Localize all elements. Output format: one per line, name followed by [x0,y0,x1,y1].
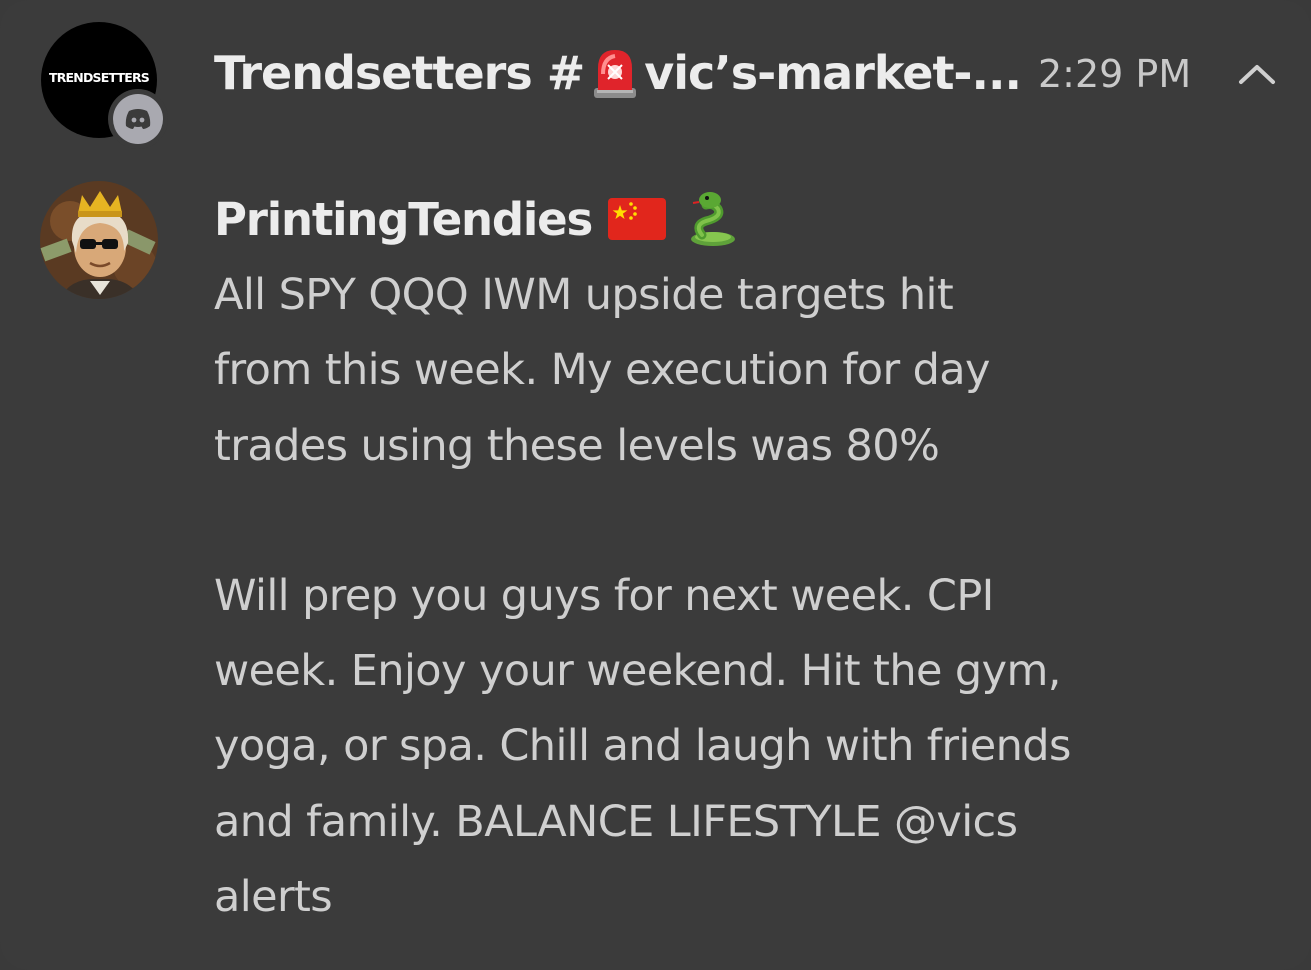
message-paragraph: All SPY QQQ IWM upside targets hit from … [214,270,991,471]
snake-icon [688,191,738,247]
notification-card[interactable]: TRENDSETTERS Trendsetters # vic’s-market… [0,0,1311,970]
notification-title: Trendsetters # vic’s-market-... [214,40,1022,106]
server-logo: TRENDSETTERS [49,69,150,85]
rotating-light-icon [588,44,642,102]
author-row: PrintingTendies [214,186,738,252]
china-flag-icon [608,198,667,240]
timestamp: 2:29 PM [1038,52,1192,96]
chevron-up-icon [1239,65,1275,84]
author-name[interactable]: PrintingTendies [214,193,593,246]
avatar [40,181,158,299]
channel-name: vic’s-market-... [644,46,1022,100]
message-paragraph: Will prep you guys for next week. CPI we… [214,570,1071,923]
server-name: Trendsetters # [214,46,585,100]
discord-icon [113,94,163,144]
message-body: All SPY QQQ IWM upside targets hit from … [214,258,1214,935]
collapse-button[interactable] [1232,52,1282,96]
discord-badge [108,89,168,149]
